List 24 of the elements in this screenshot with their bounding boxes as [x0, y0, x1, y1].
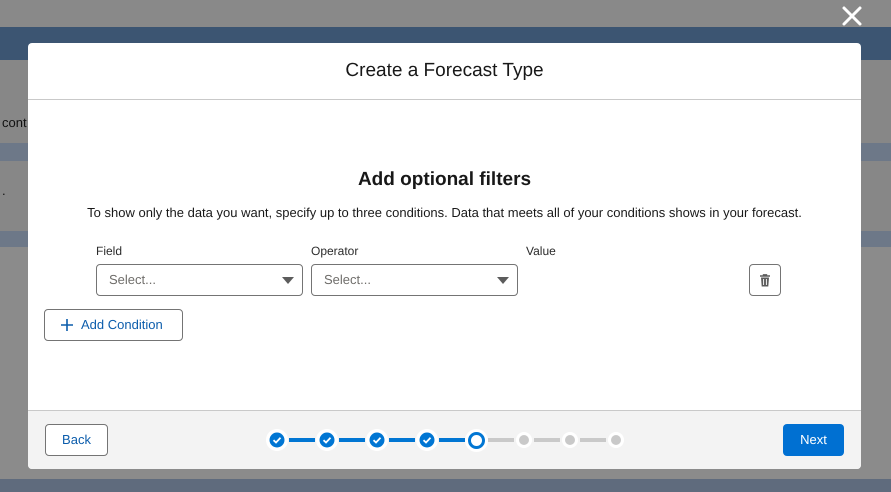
- column-label: Field: [96, 244, 122, 258]
- background-text: .: [2, 183, 6, 198]
- caret-icon: [282, 276, 294, 284]
- step-current-icon[interactable]: [468, 432, 485, 448]
- next-button[interactable]: Next: [783, 424, 844, 456]
- background-text: cont: [2, 115, 27, 130]
- plus-icon: [61, 319, 73, 331]
- step-complete-icon[interactable]: [265, 428, 289, 452]
- field-select[interactable]: Select...: [96, 264, 303, 296]
- description-text: To show only the data you want, specify up to three conditions. Data that meets all of your conditions shows in your forecast.: [86, 204, 803, 222]
- back-button[interactable]: Back: [45, 424, 108, 456]
- column-label: Operator: [311, 244, 358, 258]
- caret-icon: [497, 276, 509, 284]
- add-condition-button[interactable]: Add Condition: [44, 309, 183, 341]
- column-label: Value: [526, 244, 556, 258]
- modal-title: Create a Forecast Type: [345, 58, 544, 83]
- trash-icon: [759, 274, 771, 286]
- step-complete-icon[interactable]: [315, 428, 339, 452]
- delete-button[interactable]: [749, 264, 781, 296]
- section-heading: Add optional filters: [356, 168, 532, 192]
- step-complete-icon[interactable]: [415, 428, 439, 452]
- close-icon[interactable]: [840, 4, 864, 28]
- operator-select[interactable]: Select...: [311, 264, 518, 296]
- step-complete-icon[interactable]: [365, 428, 389, 452]
